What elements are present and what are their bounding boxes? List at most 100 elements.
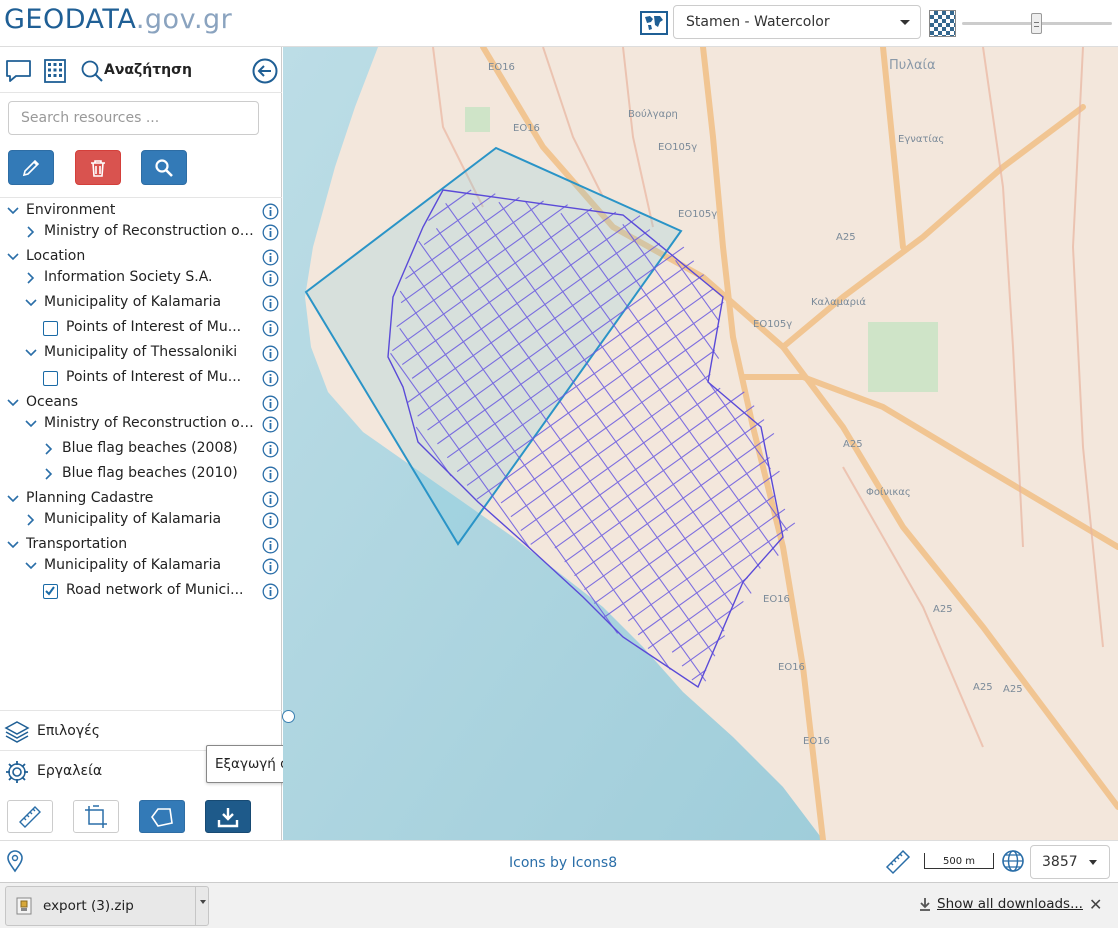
chevron-down-icon[interactable] [6,250,20,264]
info-icon[interactable] [262,441,279,458]
download-item[interactable]: export (3).zip [5,886,209,926]
info-icon[interactable] [262,416,279,433]
tree-item-label: Oceans [26,394,79,410]
delete-button[interactable] [75,150,121,185]
tree-item[interactable]: Points of Interest of Mu... [0,316,282,341]
checkbox[interactable] [43,371,58,386]
layers-icon [4,721,30,743]
chevron-right-icon[interactable] [42,467,56,481]
edit-button[interactable] [8,150,54,185]
location-pin-icon[interactable] [6,849,24,873]
tree-item[interactable]: Information Society S.A. [0,266,282,291]
options-section[interactable]: Επιλογές [0,710,282,750]
trash-icon [91,159,105,177]
info-icon[interactable] [262,320,279,337]
info-icon[interactable] [262,558,279,575]
map-label: Εγνατίας [898,133,944,145]
search-resources-input[interactable] [8,101,259,135]
chevron-down-icon[interactable] [24,346,38,360]
tree-item[interactable]: Municipality of Kalamaria [0,291,282,316]
magnifier-icon [155,158,173,177]
chat-bubble-icon[interactable] [5,59,32,84]
info-icon[interactable] [262,295,279,312]
ruler-icon[interactable] [885,849,911,875]
tree-item[interactable]: Blue flag beaches (2010) [0,462,282,487]
export-shapefile-button[interactable] [205,800,251,833]
measure-tool-button[interactable] [7,800,53,833]
logo-main: GEODATA [4,4,136,35]
search-icon[interactable] [80,59,104,83]
info-icon[interactable] [262,270,279,287]
draw-polygon-button[interactable] [139,800,185,833]
projection-select[interactable]: 3857 [1030,845,1110,879]
ruler-icon [19,805,41,828]
site-logo[interactable]: GEODATA.gov.gr [4,4,232,35]
tree-item[interactable]: Municipality of Thessaloniki [0,341,282,366]
park-area [868,322,938,392]
map-label: Φοίνικας [866,486,911,498]
info-icon[interactable] [262,370,279,387]
checkbox[interactable] [43,321,58,336]
options-label: Επιλογές [37,723,100,739]
chevron-right-icon[interactable] [24,225,38,239]
info-icon[interactable] [262,345,279,362]
world-map-icon[interactable] [640,9,668,37]
tree-item[interactable]: Municipality of Kalamaria [0,554,282,579]
chevron-down-icon[interactable] [24,417,38,431]
tab-search[interactable]: Αναζήτηση [104,62,192,78]
info-icon[interactable] [262,512,279,529]
info-icon[interactable] [262,249,279,266]
sidebar-resize-handle[interactable] [282,710,295,723]
tree-item-label: Road network of Munici... [66,582,244,598]
map-canvas[interactable]: Πυλαία ΕΟ16 ΕΟ16 ΕΟ105γ ΕΟ105γ ΕΟ105γ Α25 Α25 Α2… [283,47,1118,840]
tree-item[interactable]: Road network of Munici... [0,579,282,604]
chevron-down-icon[interactable] [6,538,20,552]
chevron-right-icon[interactable] [24,271,38,285]
info-icon[interactable] [262,491,279,508]
search-button[interactable] [141,150,187,185]
info-icon[interactable] [262,203,279,220]
info-icon[interactable] [262,466,279,483]
info-icon[interactable] [262,395,279,412]
tree-item-label: Points of Interest of Mu... [66,319,242,335]
chevron-right-icon[interactable] [42,442,56,456]
map-label: Α25 [933,604,953,615]
zip-file-icon [16,897,32,915]
icons-credit-link[interactable]: Icons by Icons8 [509,855,617,871]
map-label: Α25 [973,682,993,693]
tree-item-label: Ministry of Reconstruction of ... [44,223,258,239]
chevron-down-icon[interactable] [6,492,20,506]
tree-item[interactable]: Points of Interest of Mu... [0,366,282,391]
info-icon[interactable] [262,224,279,241]
info-icon[interactable] [262,537,279,554]
map-label: Α25 [836,232,856,243]
tree-item[interactable]: Municipality of Kalamaria [0,508,282,533]
map-view[interactable]: Πυλαία ΕΟ16 ΕΟ16 ΕΟ105γ ΕΟ105γ ΕΟ105γ Α25 Α25 Α2… [283,47,1118,840]
basemap-select[interactable]: Stamen - Watercolor [673,5,921,39]
chevron-down-icon[interactable] [6,204,20,218]
building-icon[interactable] [43,58,67,84]
tree-item-label: Environment [26,202,116,218]
collapse-sidebar-icon[interactable] [252,58,278,84]
chevron-down-icon [1089,860,1097,865]
select-area-tool-button[interactable] [73,800,119,833]
tree-item[interactable]: Ministry of Reconstruction of ... [0,220,282,245]
map-label: ΕΟ16 [763,594,790,605]
chevron-right-icon[interactable] [24,513,38,527]
checkbox-checked[interactable] [43,584,58,599]
map-label: Βούλγαρη [628,108,678,120]
basemap-select-value: Stamen - Watercolor [686,14,830,30]
download-file-name: export (3).zip [43,898,134,914]
close-icon[interactable]: ✕ [1089,895,1102,914]
chevron-down-icon[interactable] [24,559,38,573]
chevron-down-icon[interactable] [24,296,38,310]
map-label: ΕΟ105γ [678,209,717,220]
tree-item[interactable]: Blue flag beaches (2008) [0,437,282,462]
tree-item-label: Information Society S.A. [44,269,213,285]
chevron-down-icon[interactable] [6,396,20,410]
show-all-downloads-link[interactable]: Show all downloads... [937,896,1083,912]
info-icon[interactable] [262,583,279,600]
tree-item[interactable]: Ministry of Reconstruction of ... [0,412,282,437]
download-options-button[interactable] [195,887,209,925]
opacity-slider-handle[interactable] [1031,13,1042,34]
